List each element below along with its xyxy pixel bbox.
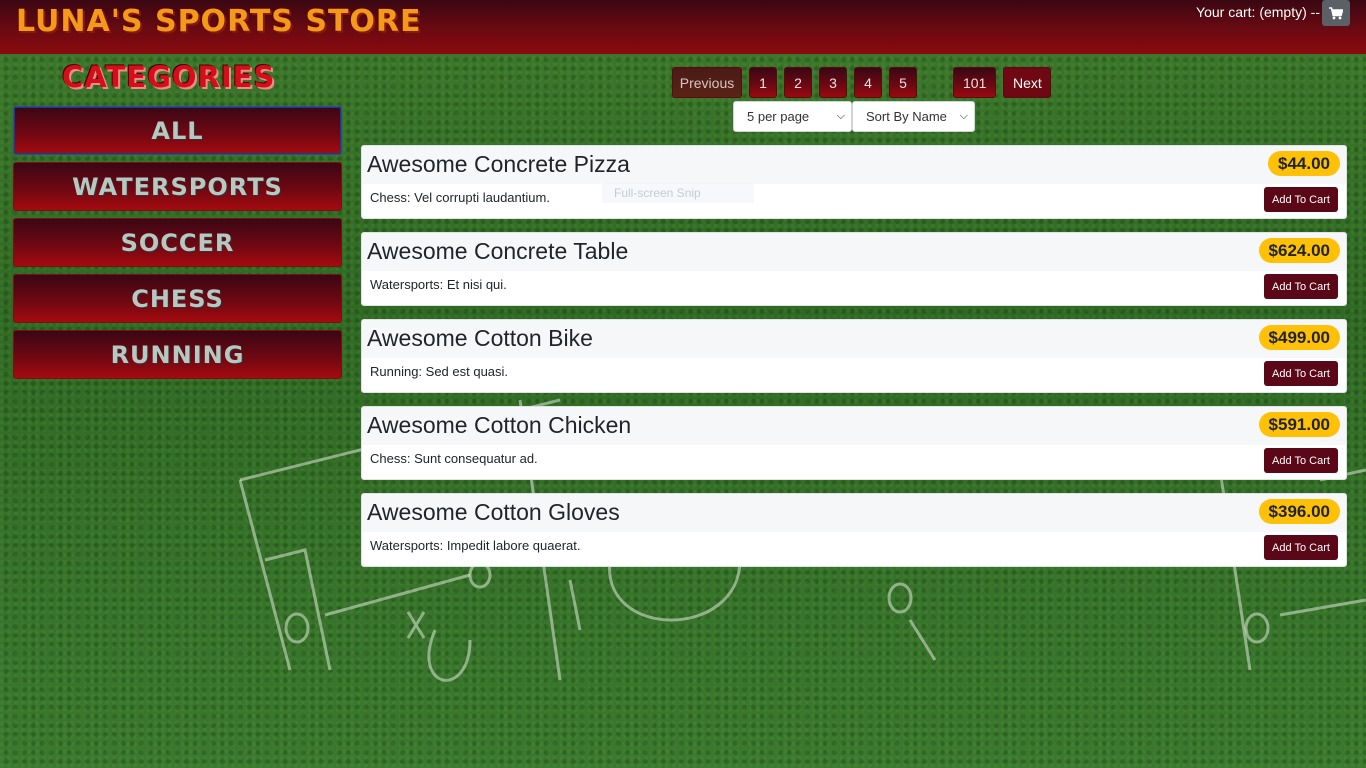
store-brand[interactable]: LUNA'S SPORTS STORE <box>16 4 422 39</box>
product-description: Watersports: Impedit labore quaerat. <box>370 538 581 553</box>
per-page-select[interactable]: 5 per page ⌵ <box>733 101 852 132</box>
add-to-cart-button[interactable]: Add To Cart <box>1264 535 1338 560</box>
cart-icon <box>1329 6 1343 19</box>
snip-tooltip: Full-screen Snip <box>602 183 754 203</box>
category-chess-button[interactable]: CHESS <box>13 274 342 323</box>
category-running-button[interactable]: RUNNING <box>13 330 342 379</box>
last-page-button[interactable]: 101 <box>953 67 997 98</box>
product-description: Chess: Vel corrupti laudantium. <box>370 190 550 205</box>
per-page-value: 5 per page <box>747 109 810 124</box>
product-name: Awesome Concrete Table <box>367 238 629 264</box>
sort-select[interactable]: Sort By Name ⌵ <box>852 101 975 132</box>
product-description: Chess: Sunt consequatur ad. <box>370 451 538 466</box>
page-2-button[interactable]: 2 <box>784 67 812 98</box>
product-card: Awesome Concrete Table $624.00 Waterspor… <box>361 232 1347 306</box>
product-card: Awesome Cotton Gloves $396.00 Watersport… <box>361 493 1347 567</box>
category-all-button[interactable]: ALL <box>13 106 342 155</box>
product-card: Awesome Concrete Pizza $44.00 Chess: Vel… <box>361 145 1347 219</box>
product-card: Awesome Cotton Bike $499.00 Running: Sed… <box>361 319 1347 393</box>
sort-value: Sort By Name <box>866 109 947 124</box>
add-to-cart-button[interactable]: Add To Cart <box>1264 187 1338 212</box>
cart-button[interactable] <box>1322 0 1350 26</box>
price-badge: $591.00 <box>1258 412 1340 437</box>
page-1-button[interactable]: 1 <box>749 67 777 98</box>
page-3-button[interactable]: 3 <box>819 67 847 98</box>
add-to-cart-button[interactable]: Add To Cart <box>1264 448 1338 473</box>
add-to-cart-button[interactable]: Add To Cart <box>1264 361 1338 386</box>
categories-heading: CATEGORIES <box>62 60 276 94</box>
product-header: Awesome Cotton Bike $499.00 <box>362 320 1346 358</box>
product-description: Running: Sed est quasi. <box>370 364 509 379</box>
cart-summary: Your cart: (empty) -- <box>1196 4 1320 20</box>
category-watersports-button[interactable]: WATERSPORTS <box>13 162 342 211</box>
product-name: Awesome Cotton Chicken <box>367 412 632 438</box>
page-5-button[interactable]: 5 <box>889 67 917 98</box>
product-header: Awesome Concrete Pizza $44.00 <box>362 146 1346 184</box>
chevron-down-icon: ⌵ <box>959 110 968 122</box>
list-controls: 5 per page ⌵ Sort By Name ⌵ <box>733 101 975 132</box>
product-name: Awesome Cotton Bike <box>367 325 593 351</box>
product-header: Awesome Cotton Chicken $591.00 <box>362 407 1346 445</box>
price-badge: $44.00 <box>1268 151 1340 176</box>
product-card: Awesome Cotton Chicken $591.00 Chess: Su… <box>361 406 1347 480</box>
add-to-cart-button[interactable]: Add To Cart <box>1264 274 1338 299</box>
category-soccer-button[interactable]: SOCCER <box>13 218 342 267</box>
category-list: ALL WATERSPORTS SOCCER CHESS RUNNING <box>13 106 342 386</box>
product-list: Awesome Concrete Pizza $44.00 Chess: Vel… <box>361 145 1347 580</box>
product-header: Awesome Cotton Gloves $396.00 <box>362 494 1346 532</box>
price-badge: $499.00 <box>1258 325 1340 350</box>
product-name: Awesome Concrete Pizza <box>367 151 630 177</box>
top-navbar: LUNA'S SPORTS STORE Your cart: (empty) -… <box>0 0 1366 54</box>
product-description: Watersports: Et nisi qui. <box>370 277 507 292</box>
pagination: Previous 1 2 3 4 5 101 Next <box>672 67 1052 98</box>
price-badge: $624.00 <box>1258 238 1340 263</box>
price-badge: $396.00 <box>1258 499 1340 524</box>
chevron-down-icon: ⌵ <box>836 110 845 122</box>
next-page-button[interactable]: Next <box>1003 67 1052 98</box>
previous-page-button[interactable]: Previous <box>672 67 742 98</box>
product-name: Awesome Cotton Gloves <box>367 499 620 525</box>
page-4-button[interactable]: 4 <box>854 67 882 98</box>
product-header: Awesome Concrete Table $624.00 <box>362 233 1346 271</box>
